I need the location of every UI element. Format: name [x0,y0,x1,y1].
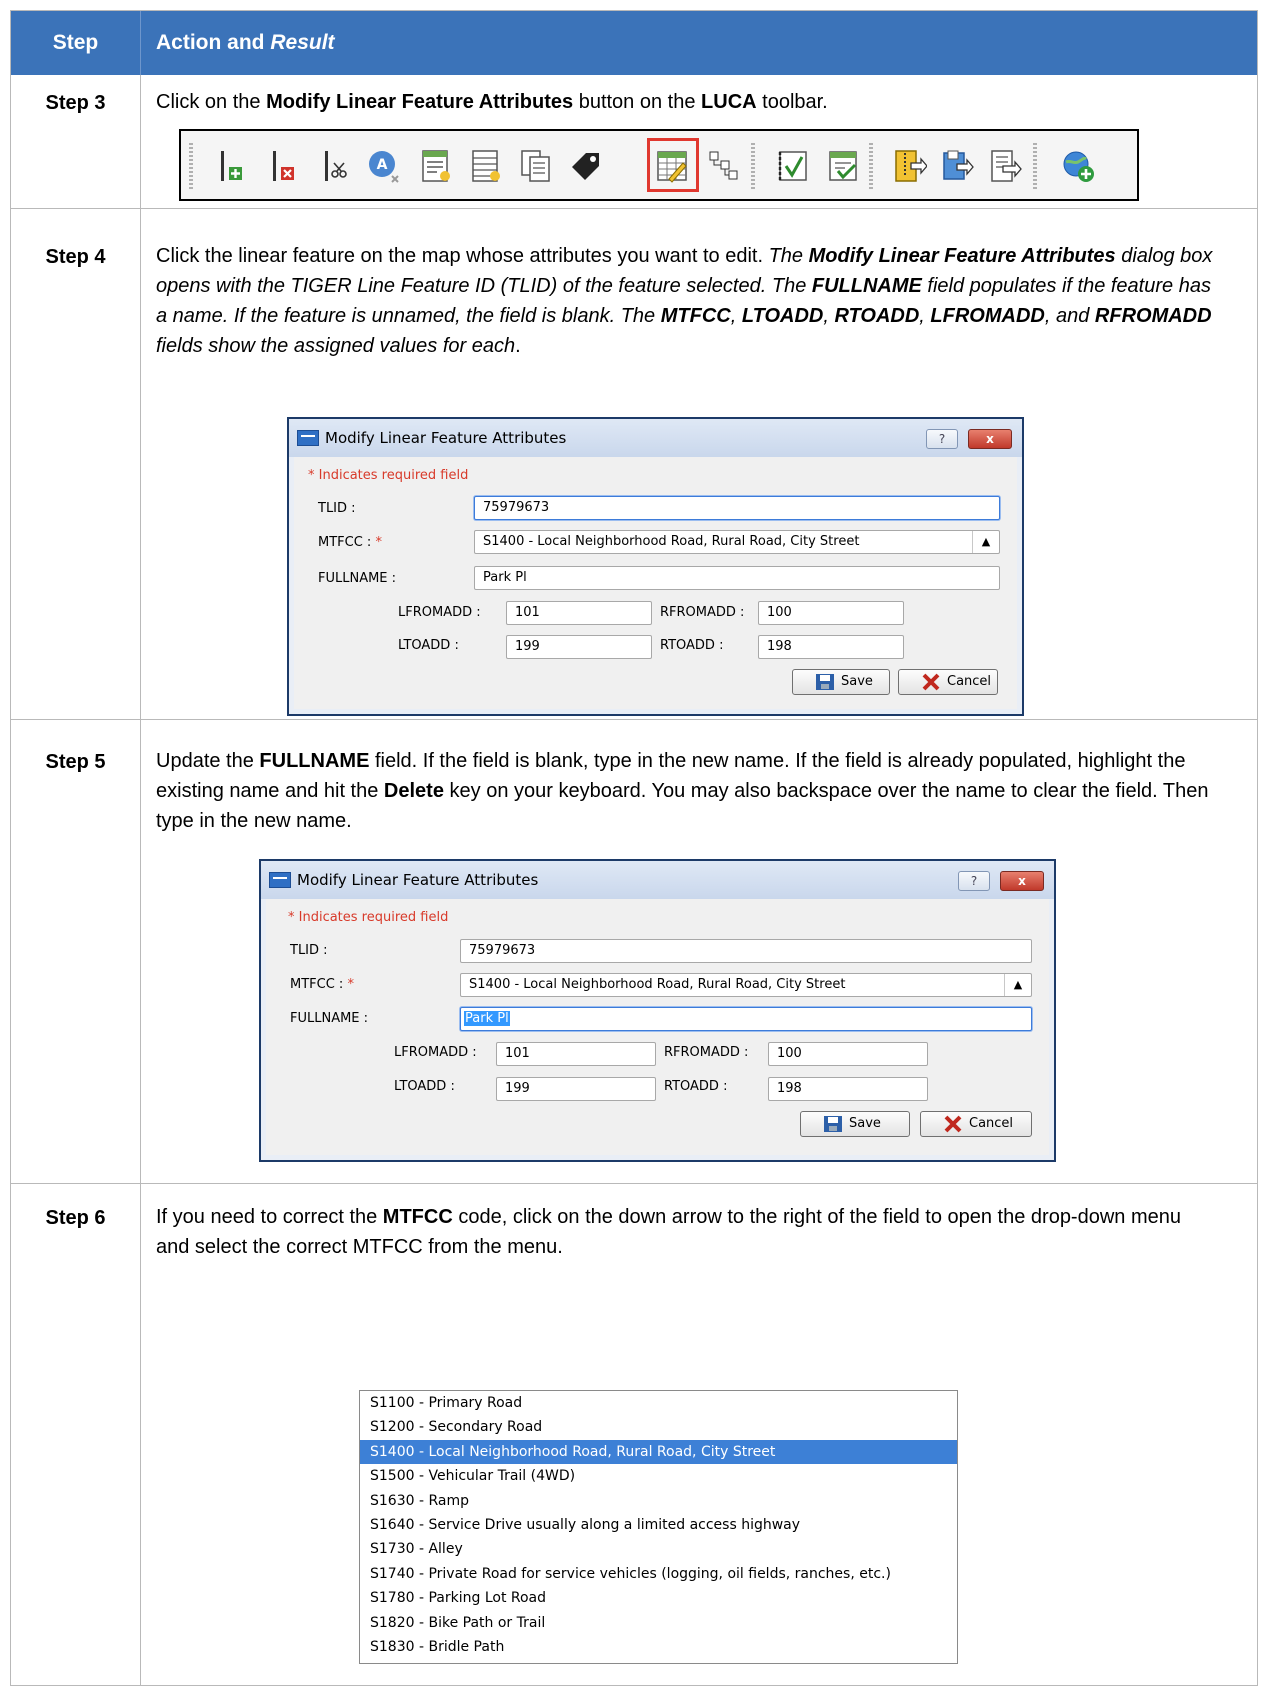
save-button[interactable]: Save [792,669,890,695]
step-4-label: Step 4 [45,246,106,268]
header-action-result: Action and Result [156,31,335,54]
mtfcc-label: MTFCC : * [290,977,354,992]
rfromadd-label: RFROMADD : [664,1045,749,1060]
required-note: * Indicates required field [288,910,449,925]
add-label-icon[interactable]: A [367,149,401,183]
rfromadd-field[interactable]: 100 [758,601,904,625]
mtfcc-option[interactable]: S1500 - Vehicular Trail (4WD) [360,1464,957,1488]
lfromadd-label: LFROMADD : [398,605,481,620]
rtoadd-field[interactable]: 198 [758,635,904,659]
ltoadd-label: LTOADD : [394,1079,455,1094]
modify-dialog-step4: Modify Linear Feature Attributes ? x * I… [287,417,1024,716]
help-button[interactable]: ? [926,429,958,449]
dialog-titlebar: Modify Linear Feature Attributes ? x [289,419,1022,457]
fullname-label: FULLNAME : [290,1011,369,1026]
hierarchy-icon[interactable] [707,149,741,183]
step-6-text: If you need to correct the MTFCC code, c… [156,1206,1181,1258]
export-folder-icon[interactable] [941,149,975,183]
mtfcc-option[interactable]: S1100 - Primary Road [360,1391,957,1415]
step-3-text: Click on the Modify Linear Feature Attri… [156,91,828,113]
lfromadd-field[interactable]: 101 [506,601,652,625]
mtfcc-option[interactable]: S1400 - Local Neighborhood Road, Rural R… [360,1439,957,1465]
floppy-disk-icon [816,674,834,690]
copy-features-icon[interactable] [519,149,553,183]
luca-toolbar: A [179,129,1139,201]
mtfcc-option[interactable]: S1640 - Service Drive usually along a li… [360,1513,957,1537]
rtoadd-label: RTOADD : [660,638,724,653]
cancel-button[interactable]: Cancel [920,1111,1032,1137]
mtfcc-option[interactable]: S1200 - Secondary Road [360,1415,957,1439]
validate-checklist-icon[interactable] [827,149,861,183]
mtfcc-option[interactable]: S1780 - Parking Lot Road [360,1586,957,1610]
step-6-label: Step 6 [45,1207,106,1229]
step-4-text: Click the linear feature on the map whos… [156,245,1213,357]
tlid-field[interactable]: 75979673 [474,496,1000,520]
dialog-body: * Indicates required field TLID : 759796… [266,899,1049,1155]
zip-export-icon[interactable] [893,149,927,183]
close-button[interactable]: x [968,429,1012,449]
save-button[interactable]: Save [800,1111,910,1137]
lfromadd-field[interactable]: 101 [496,1042,656,1066]
rfromadd-field[interactable]: 100 [768,1042,928,1066]
updown-arrow-icon[interactable]: ▲︎ [1004,974,1031,996]
close-button[interactable]: x [1000,871,1044,891]
add-line-icon[interactable] [215,149,249,183]
fullname-field[interactable]: Park Pl [474,566,1000,590]
add-web-service-icon[interactable] [1061,149,1095,183]
dialog-title: Modify Linear Feature Attributes [325,429,567,447]
cancel-x-icon [944,1115,962,1133]
app-icon [269,872,291,888]
lfromadd-label: LFROMADD : [394,1045,477,1060]
mtfcc-option[interactable]: S1820 - Bike Path or Trail [360,1611,957,1635]
fullname-field[interactable]: Park Pl [460,1007,1032,1031]
mtfcc-dropdown-list: S1100 - Primary Road S1200 - Secondary Ro… [359,1390,958,1664]
table-form-icon[interactable] [469,149,503,183]
mtfcc-select[interactable]: S1400 - Local Neighborhood Road, Rural R… [474,530,1000,554]
fullname-label: FULLNAME : [318,571,397,586]
header-step: Step [52,31,99,54]
dialog-body: * Indicates required field TLID : 759796… [294,457,1017,709]
modify-dialog-step5: Modify Linear Feature Attributes ? x * I… [259,859,1056,1162]
tag-icon[interactable] [569,149,603,183]
required-note: * Indicates required field [308,468,469,483]
svg-text:A: A [377,157,388,173]
updown-arrow-icon[interactable]: ▲︎ [972,531,999,553]
mtfcc-option[interactable]: S1740 - Private Road for service vehicle… [360,1562,957,1586]
ltoadd-field[interactable]: 199 [496,1077,656,1101]
app-icon [297,430,319,446]
tlid-label: TLID : [318,501,356,516]
floppy-disk-icon [824,1116,842,1132]
step-3-label: Step 3 [45,92,106,114]
help-button[interactable]: ? [958,871,990,891]
dialog-title: Modify Linear Feature Attributes [297,871,539,889]
mtfcc-select[interactable]: S1400 - Local Neighborhood Road, Rural R… [460,973,1032,997]
mtfcc-option[interactable]: S1830 - Bridle Path [360,1635,957,1659]
rfromadd-label: RFROMADD : [660,605,745,620]
tlid-label: TLID : [290,943,328,958]
check-review-icon[interactable] [777,149,811,183]
tlid-field[interactable]: 75979673 [460,939,1032,963]
export-doc-icon[interactable] [989,149,1023,183]
highlight-box [647,138,699,192]
split-line-icon[interactable] [319,149,353,183]
dialog-titlebar: Modify Linear Feature Attributes ? x [261,861,1054,899]
ltoadd-field[interactable]: 199 [506,635,652,659]
cancel-button[interactable]: Cancel [898,669,998,695]
attributes-form-icon[interactable] [419,149,453,183]
step-5-label: Step 5 [45,751,106,773]
rtoadd-field[interactable]: 198 [768,1077,928,1101]
selected-text[interactable]: Park Pl [464,1011,510,1026]
rtoadd-label: RTOADD : [664,1079,728,1094]
step-5-text: Update the FULLNAME field. If the field … [156,750,1209,832]
cancel-x-icon [922,673,940,691]
mtfcc-label: MTFCC : * [318,535,382,550]
ltoadd-label: LTOADD : [398,638,459,653]
mtfcc-option[interactable]: S1730 - Alley [360,1537,957,1561]
table-header: Step Action and Result [11,11,1257,75]
delete-line-icon[interactable] [267,149,301,183]
mtfcc-option[interactable]: S1630 - Ramp [360,1489,957,1513]
